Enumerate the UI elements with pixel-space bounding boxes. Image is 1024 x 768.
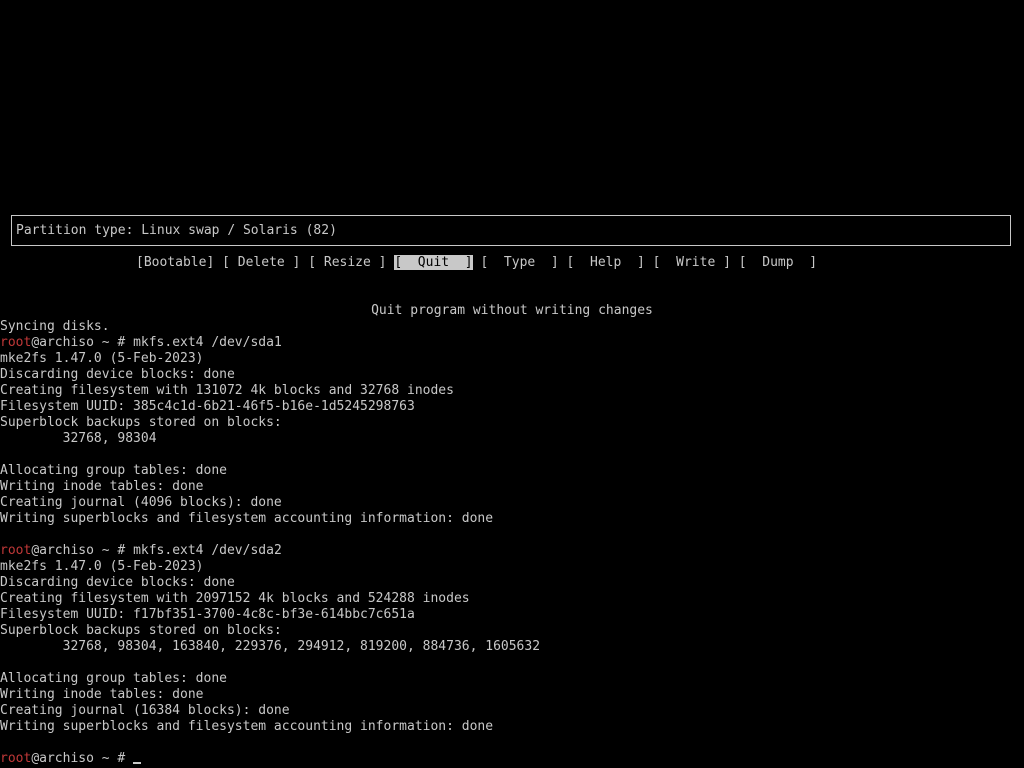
output-line: Writing inode tables: done (0, 479, 204, 494)
output-line: Filesystem UUID: 385c4c1d-6b21-46f5-b16e… (0, 399, 415, 414)
output-line: Allocating group tables: done (0, 463, 227, 478)
output-line: Creating journal (16384 blocks): done (0, 703, 290, 718)
menu-help-button[interactable]: [ Help ] (567, 255, 645, 270)
output-line: Filesystem UUID: f17bf351-3700-4c8c-bf3e… (0, 607, 415, 622)
output-line: mke2fs 1.47.0 (5-Feb-2023) (0, 351, 204, 366)
prompt-user: root (0, 335, 32, 350)
output-line: 32768, 98304, 163840, 229376, 294912, 81… (0, 639, 541, 654)
cfdisk-menu-bar: [Bootable] [ Delete ] [ Resize ] [ Quit … (136, 255, 817, 271)
menu-delete-button[interactable]: [ Delete ] (222, 255, 300, 270)
menu-dump-button[interactable]: [ Dump ] (739, 255, 817, 270)
menu-bootable-button[interactable]: [Bootable] (136, 255, 214, 270)
prompt-host: @archiso ~ # (31, 751, 134, 766)
prompt-user: root (0, 751, 32, 766)
output-line: Creating filesystem with 131072 4k block… (0, 383, 454, 398)
partition-info-box: Partition type: Linux swap / Solaris (82… (11, 215, 1011, 246)
output-line: Discarding device blocks: done (0, 575, 235, 590)
prompt-line: root@archiso ~ # mkfs.ext4 /dev/sda1 (0, 335, 1024, 351)
terminal-screen[interactable]: Partition type: Linux swap / Solaris (82… (0, 0, 1024, 768)
output-line: Superblock backups stored on blocks: (0, 623, 282, 638)
output-line: 32768, 98304 (0, 431, 157, 446)
partition-type-label: Partition type: Linux swap / Solaris (82… (16, 223, 337, 238)
prompt-user: root (0, 543, 32, 558)
output-line: Creating journal (4096 blocks): done (0, 495, 282, 510)
output-line: Creating filesystem with 2097152 4k bloc… (0, 591, 470, 606)
output-line: Writing inode tables: done (0, 687, 204, 702)
output-line: Syncing disks. (0, 319, 110, 334)
output-line: Superblock backups stored on blocks: (0, 415, 282, 430)
prompt-line: root@archiso ~ # mkfs.ext4 /dev/sda2 (0, 543, 1024, 559)
prompt-line: root@archiso ~ # (0, 751, 1024, 767)
text-cursor (133, 762, 142, 764)
prompt-host: @archiso ~ # (31, 335, 134, 350)
menu-quit-button[interactable]: [ Quit ] (394, 255, 473, 270)
output-line: Writing superblocks and filesystem accou… (0, 511, 494, 526)
output-line: mke2fs 1.47.0 (5-Feb-2023) (0, 559, 204, 574)
menu-resize-button[interactable]: [ Resize ] (308, 255, 386, 270)
output-line: Writing superblocks and filesystem accou… (0, 719, 494, 734)
menu-write-button[interactable]: [ Write ] (653, 255, 731, 270)
terminal-output: Syncing disks. root@archiso ~ # mkfs.ext… (0, 319, 1024, 767)
command-text: mkfs.ext4 /dev/sda2 (133, 543, 282, 558)
menu-type-button[interactable]: [ Type ] (480, 255, 558, 270)
output-line: Allocating group tables: done (0, 671, 227, 686)
command-text: mkfs.ext4 /dev/sda1 (133, 335, 282, 350)
output-line: Discarding device blocks: done (0, 367, 235, 382)
menu-status-text: Quit program without writing changes (371, 303, 653, 318)
prompt-host: @archiso ~ # (31, 543, 134, 558)
